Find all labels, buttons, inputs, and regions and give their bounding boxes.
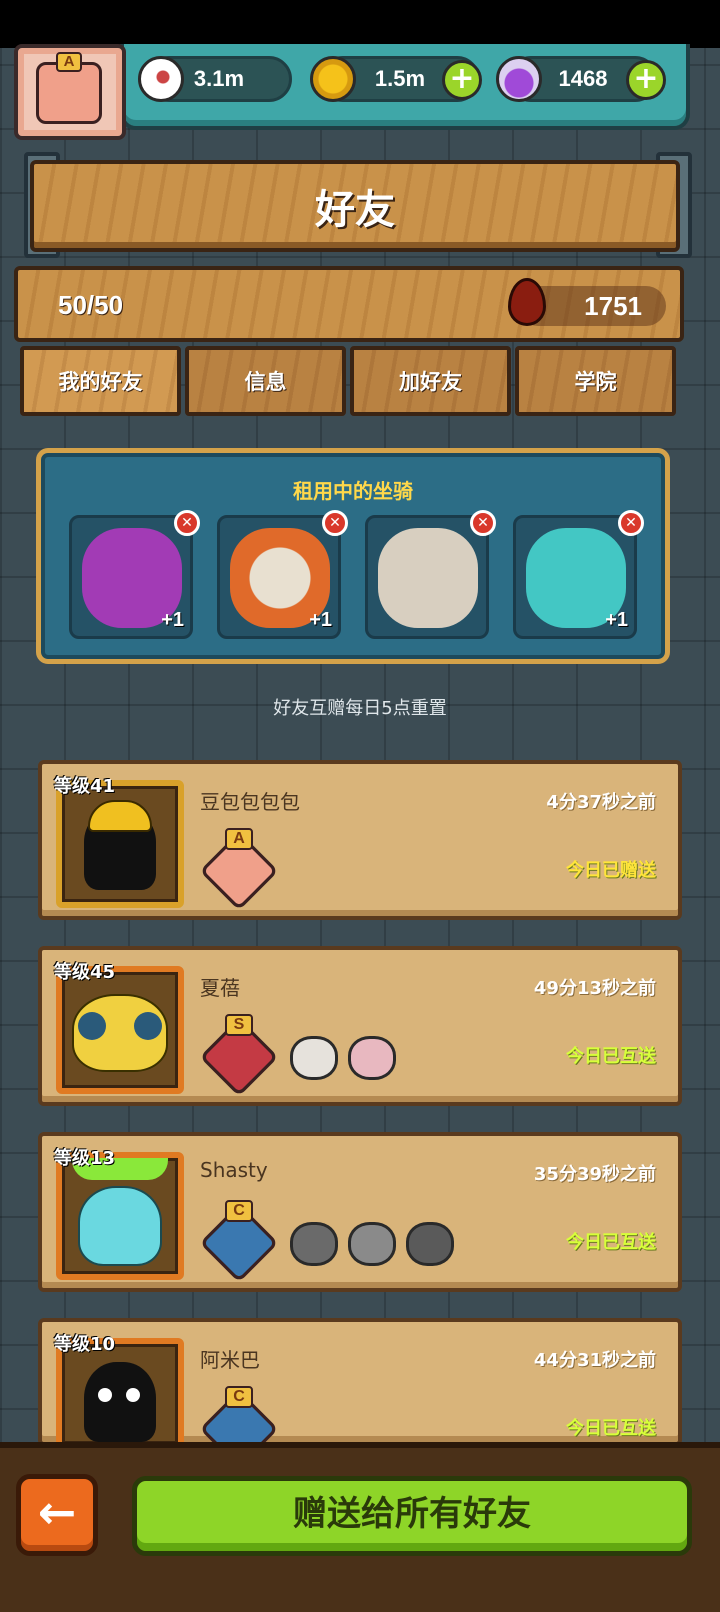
- remove-mount-2-button[interactable]: ✕: [322, 510, 348, 536]
- system-status-bar: [0, 0, 720, 48]
- friend-rank-letter: C: [225, 1386, 253, 1408]
- tab-label: 学院: [574, 370, 617, 394]
- remove-mount-1-button[interactable]: ✕: [174, 510, 200, 536]
- friend-rank-letter: S: [225, 1014, 253, 1036]
- friend-last-seen: 35分39秒之前: [533, 1164, 656, 1185]
- tab-academy[interactable]: 学院: [515, 346, 676, 416]
- friend-level: 等级13: [54, 1148, 116, 1169]
- friend-avatar: [56, 1152, 184, 1280]
- player-rank-letter: A: [56, 52, 82, 72]
- spider-mount-icon: [406, 1222, 454, 1266]
- tab-messages[interactable]: 信息: [185, 346, 346, 416]
- mount-bonus: +1: [309, 609, 332, 631]
- tab-label: 信息: [244, 370, 287, 394]
- friend-last-seen: 4分37秒之前: [546, 792, 656, 813]
- friend-level: 等级41: [54, 776, 116, 797]
- tab-bar: 我的好友 信息 加好友 学院: [20, 346, 680, 416]
- rabbit-mount-icon: [378, 528, 478, 628]
- gift-all-label: 赠送给所有好友: [293, 1494, 531, 1534]
- add-potion-button[interactable]: +: [626, 60, 666, 100]
- add-gold-button[interactable]: +: [442, 60, 482, 100]
- mount-slot-2[interactable]: +1 ✕: [217, 510, 348, 639]
- friend-gift-status: 今日已互送: [566, 1046, 656, 1067]
- friend-gift-status: 今日已赠送: [566, 860, 656, 881]
- friend-name: Shasty: [200, 1158, 268, 1182]
- player-avatar[interactable]: A: [14, 44, 126, 140]
- friend-card[interactable]: 等级10 阿米巴 44分31秒之前 C 今日已互送: [38, 1318, 682, 1469]
- friend-card[interactable]: 等级13 Shasty 35分39秒之前 C 今日已互送: [38, 1132, 682, 1292]
- rabbit-mount-icon: [290, 1036, 338, 1080]
- friend-name: 阿米巴: [200, 1348, 260, 1372]
- rented-mounts-panel: 租用中的坐骑 +1 ✕ +1 ✕ ✕ +1 ✕: [36, 448, 670, 664]
- friend-rank-letter: A: [225, 828, 253, 850]
- pink-barrel-mount-icon: [348, 1036, 396, 1080]
- remove-mount-3-button[interactable]: ✕: [470, 510, 496, 536]
- eyeball-icon: [138, 56, 184, 102]
- friend-avatar: [56, 780, 184, 908]
- page-title-text: 好友: [315, 187, 395, 233]
- tab-label: 我的好友: [58, 370, 143, 394]
- gift-all-friends-button[interactable]: 赠送给所有好友: [132, 1476, 692, 1556]
- gold-count: 1.5m: [374, 66, 426, 91]
- tab-add-friend[interactable]: 加好友: [350, 346, 511, 416]
- mount-bonus: +1: [605, 609, 628, 631]
- potion-icon: [496, 56, 542, 102]
- mount-slot-1[interactable]: +1 ✕: [69, 510, 200, 639]
- mount-slot-3[interactable]: ✕: [365, 510, 496, 639]
- tab-my-friends[interactable]: 我的好友: [20, 346, 181, 416]
- gold-coin-icon: [310, 56, 356, 102]
- eyeball-count: 3.1m: [193, 66, 245, 91]
- remove-mount-4-button[interactable]: ✕: [618, 510, 644, 536]
- friend-last-seen: 49分13秒之前: [533, 978, 656, 999]
- friend-level: 等级45: [54, 962, 116, 983]
- friend-count: 50/50: [58, 290, 124, 320]
- rented-mounts-title: 租用中的坐骑: [293, 479, 413, 503]
- back-button[interactable]: ←: [16, 1474, 98, 1556]
- spiky-mount-icon: [290, 1222, 338, 1266]
- friend-last-seen: 44分31秒之前: [533, 1350, 656, 1371]
- arrow-left-icon: ←: [37, 1485, 77, 1539]
- potion-count: 1468: [558, 66, 608, 91]
- friend-gift-status: 今日已互送: [566, 1232, 656, 1253]
- tab-label: 加好友: [399, 370, 462, 394]
- mount-slot-4[interactable]: +1 ✕: [513, 510, 644, 639]
- gift-reset-note: 好友互赠每日5点重置: [273, 698, 447, 719]
- bomb-mount-icon: [348, 1222, 396, 1266]
- friend-level: 等级10: [54, 1334, 116, 1355]
- friend-gift-status: 今日已互送: [566, 1418, 656, 1439]
- mount-bonus: +1: [161, 609, 184, 631]
- resource-bar: 3.1m 1.5m + 1468 +: [120, 44, 690, 130]
- friend-name: 豆包包包包: [200, 790, 300, 814]
- friend-summary: 50/50 1751: [14, 266, 684, 342]
- friend-card[interactable]: 等级41 豆包包包包 4分37秒之前 A 今日已赠送: [38, 760, 682, 920]
- friend-name: 夏蓓: [200, 976, 240, 1000]
- friend-card[interactable]: 等级45 夏蓓 49分13秒之前 S 今日已互送: [38, 946, 682, 1106]
- friend-avatar: [56, 966, 184, 1094]
- friend-rank-letter: C: [225, 1200, 253, 1222]
- page-title: 好友: [30, 160, 680, 252]
